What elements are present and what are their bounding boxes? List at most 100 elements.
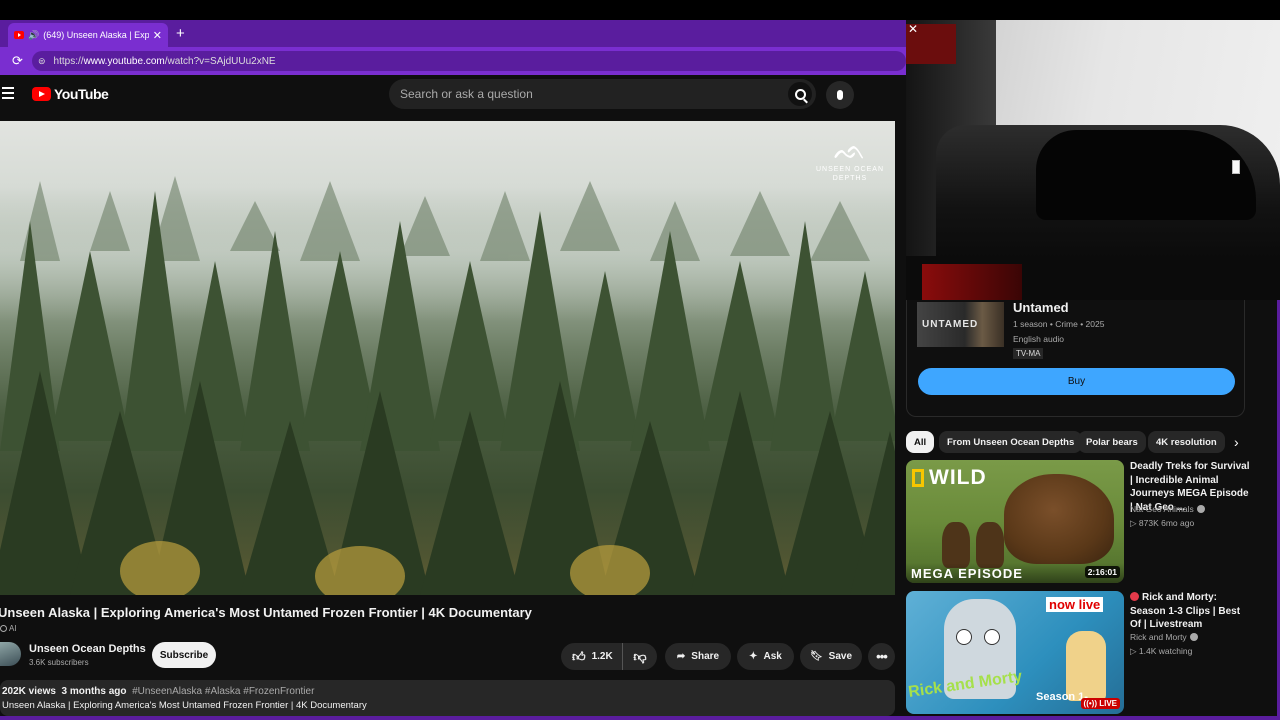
thumb-caption: MEGA EPISODE [911,566,1023,581]
url-domain: www.youtube.com [83,55,165,67]
search-input[interactable]: Search or ask a question [389,79,816,109]
share-icon: ➦ [676,651,686,662]
view-count: 202K views [2,686,56,697]
youtube-logo-text: YouTube [54,86,109,102]
rec-stats: ▷ 873K 6mo ago [1130,518,1195,528]
verified-icon [1189,633,1198,641]
description-text: Unseen Alaska | Exploring America's Most… [2,700,367,711]
share-button[interactable]: ➦ Share [665,643,731,670]
video-thumbnail[interactable]: WILD MEGA EPISODE 2:16:01 [906,460,1124,583]
webcam-blanket [1036,130,1256,220]
movie-promo-card[interactable]: UNTAMED Untamed 1 season • Crime • 2025 … [906,300,1245,417]
window-edge-bottom [0,716,1280,720]
ai-label: AI [9,624,17,633]
webcam-outlet [1232,160,1240,174]
list-item[interactable]: WILD MEGA EPISODE 2:16:01 Deadly Treks f… [906,460,1280,584]
new-tab-icon[interactable]: + [176,25,185,42]
octopus-icon: ᨒ [833,135,867,165]
channel-watermark-text: UNSEEN OCEAN DEPTHS [815,166,884,182]
ask-label: Ask [763,651,782,662]
speaker-icon[interactable]: 🔊 [28,30,39,41]
top-black-strip [0,0,1280,20]
browser-tab-bar: 🔊 (649) Unseen Alaska | Exploring ✕ + [0,20,906,47]
save-button[interactable]: 🔖︎ Save [800,643,862,670]
like-button[interactable]: 👍︎ 1.2K [561,643,623,670]
url-path: /watch?v=SAjdUUu2xNE [164,55,276,67]
pin-icon: ✕ [908,22,919,36]
address-bar: ⟳ ⊜ https://www.youtube.com/watch?v=SAjd… [0,47,906,75]
description-box[interactable]: 202K views 3 months ago #UnseenAlaska #A… [0,680,895,716]
chip-polar-bears[interactable]: Polar bears [1078,431,1146,453]
thumb-brand: WILD [929,466,987,489]
webcam-overlay: ✕ [906,20,1280,300]
natgeo-frame-icon [912,469,924,487]
thumbs-down-icon: 👎︎ [633,648,647,664]
url-field[interactable]: ⊜ https://www.youtube.com/watch?v=SAjdUU… [32,51,906,71]
channel-name[interactable]: Unseen Ocean Depths [29,643,146,655]
sparkle-icon: ✦ [749,651,758,662]
share-label: Share [691,651,720,662]
search-icon [794,88,806,100]
rick-eye [956,629,972,645]
rec-channel[interactable]: Nat Geo Animals [1130,504,1205,514]
like-dislike-group: 👍︎ 1.2K 👎︎ [561,643,657,670]
video-thumbnail[interactable]: now live Rick and Morty Season 1- ((•)) … [906,591,1124,714]
ai-info-icon [0,625,7,632]
promo-title[interactable]: Untamed [1013,300,1069,315]
tab-close-icon[interactable]: ✕ [153,29,162,42]
youtube-play-icon [32,87,51,101]
rec-title[interactable]: Rick and Morty: Season 1-3 Clips | Best … [1130,591,1250,632]
promo-poster[interactable]: UNTAMED [917,302,1004,347]
youtube-favicon-icon [14,31,24,39]
poster-text: UNTAMED [922,319,979,330]
video-forest-scene [0,176,895,595]
video-player[interactable]: ᨒ UNSEEN OCEAN DEPTHS [0,121,895,595]
verified-icon [1196,505,1205,513]
promo-audio: English audio [1013,334,1065,344]
hashtags[interactable]: #UnseenAlaska #Alaska #FrozenFrontier [132,686,314,697]
chip-all[interactable]: All [906,431,935,453]
more-actions-button[interactable]: ••• [868,643,895,670]
ask-button[interactable]: ✦ Ask [737,643,794,670]
rec-channel-name: Rick and Morty [1130,632,1187,642]
video-title: Unseen Alaska | Exploring America's Most… [0,605,532,620]
subscriber-count: 3.6K subscribers [29,658,89,667]
search-button[interactable] [788,82,812,106]
youtube-header: YouTube Search or ask a question [0,75,906,121]
tab-title: (649) Unseen Alaska | Exploring [43,30,149,40]
webcam-red-light [922,264,1022,300]
site-info-icon[interactable]: ⊜ [38,56,46,67]
ai-badge: AI [0,624,17,633]
bear-illustration [1004,474,1114,564]
voice-search-button[interactable] [826,81,854,109]
rating-badge: TV-MA [1013,348,1044,359]
buy-button[interactable]: Buy [918,368,1235,395]
rec-title-text: Rick and Morty: Season 1-3 Clips | Best … [1130,592,1241,630]
rec-channel[interactable]: Rick and Morty [1130,632,1198,642]
subscribe-button[interactable]: Subscribe [152,642,216,668]
channel-avatar[interactable] [0,642,21,666]
browser-tab[interactable]: 🔊 (649) Unseen Alaska | Exploring ✕ [8,23,168,47]
search-placeholder: Search or ask a question [400,87,533,101]
channel-watermark[interactable]: ᨒ UNSEEN OCEAN DEPTHS [812,135,888,195]
live-dot-icon [1130,592,1139,601]
dislike-button[interactable]: 👎︎ [623,643,657,670]
save-label: Save [828,651,853,662]
screen: 🔊 (649) Unseen Alaska | Exploring ✕ + ⟳ … [0,0,1280,720]
now-live-banner: now live [1046,597,1104,612]
microphone-icon [837,90,843,100]
chevron-right-icon[interactable]: › [1234,434,1239,450]
upload-age: 3 months ago [61,686,127,697]
youtube-logo[interactable]: YouTube [32,86,109,102]
hamburger-menu-icon[interactable] [2,87,14,102]
rick-eye [984,629,1000,645]
description-meta: 202K views 3 months ago #UnseenAlaska #A… [2,686,893,697]
bear-cub [976,522,1004,568]
list-item[interactable]: now live Rick and Morty Season 1- ((•)) … [906,591,1280,715]
duration-badge: 2:16:01 [1084,566,1120,578]
natgeo-wild-logo: WILD [912,466,987,490]
chip-from-channel[interactable]: From Unseen Ocean Depths [939,431,1083,453]
chip-4k[interactable]: 4K resolution [1148,431,1225,453]
like-count: 1.2K [591,651,613,662]
reload-icon[interactable]: ⟳ [12,53,23,69]
